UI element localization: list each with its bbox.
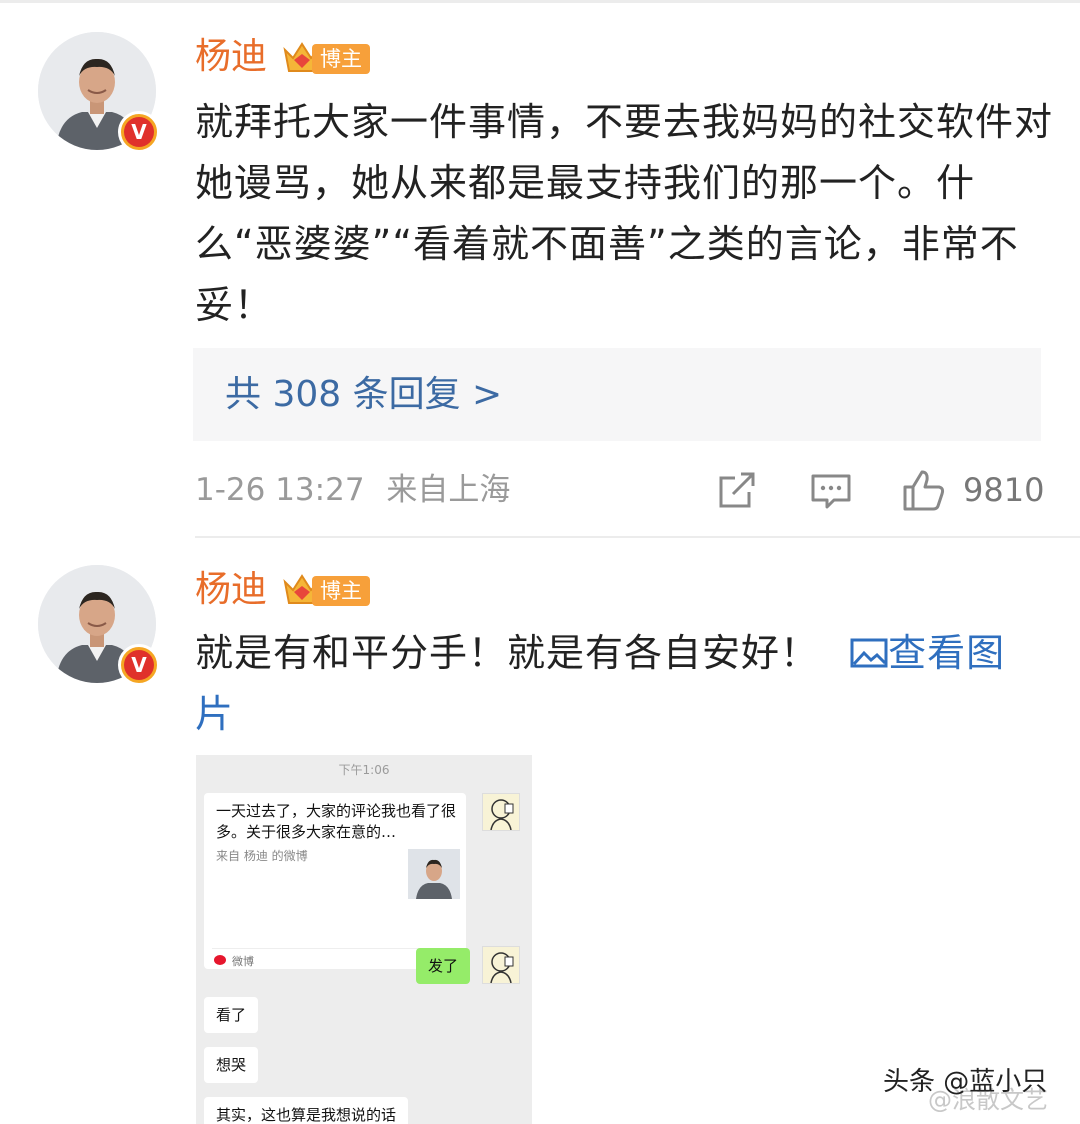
- card-text: 一天过去了，大家的评论我也看了很多。关于很多大家在意的…: [216, 802, 457, 841]
- username[interactable]: 杨迪: [195, 568, 267, 612]
- chat-time: 下午1:06: [338, 763, 390, 777]
- reply-message: 看了: [204, 997, 259, 1033]
- reply-message: 想哭: [204, 1047, 259, 1083]
- watermark-primary: 头条 @蓝小只: [883, 1067, 1048, 1097]
- comment-text-body: 就是有和平分手！就是有各自安好！: [195, 631, 820, 675]
- weibo-icon: [214, 955, 226, 965]
- card-footer: 微博: [232, 955, 254, 968]
- card-source: 来自 杨迪 的微博: [216, 849, 308, 863]
- blogger-badge: 博主: [282, 572, 370, 608]
- comment-2: V 杨迪 博主 就是有和平分手！就是有各自安好！ 查看图片 下午1:06 一天过…: [0, 0, 1080, 1124]
- weibo-share-card: 一天过去了，大家的评论我也看了很多。关于很多大家在意的… 来自 杨迪 的微博 微…: [204, 793, 466, 969]
- card-thumbnail: [408, 849, 460, 899]
- blogger-badge-label: 博主: [312, 576, 370, 606]
- chat-avatar: [482, 946, 520, 984]
- chat-avatar: [482, 793, 520, 831]
- reply-message: 其实，这也算是我想说的话: [204, 1097, 409, 1124]
- verified-icon: V: [118, 644, 160, 686]
- comment-text: 就是有和平分手！就是有各自安好！ 查看图片: [195, 623, 1025, 745]
- sent-message: 发了: [416, 948, 470, 984]
- chat-screenshot-image[interactable]: 下午1:06 一天过去了，大家的评论我也看了很多。关于很多大家在意的… 来自 杨…: [196, 755, 532, 1124]
- image-icon: [850, 638, 888, 668]
